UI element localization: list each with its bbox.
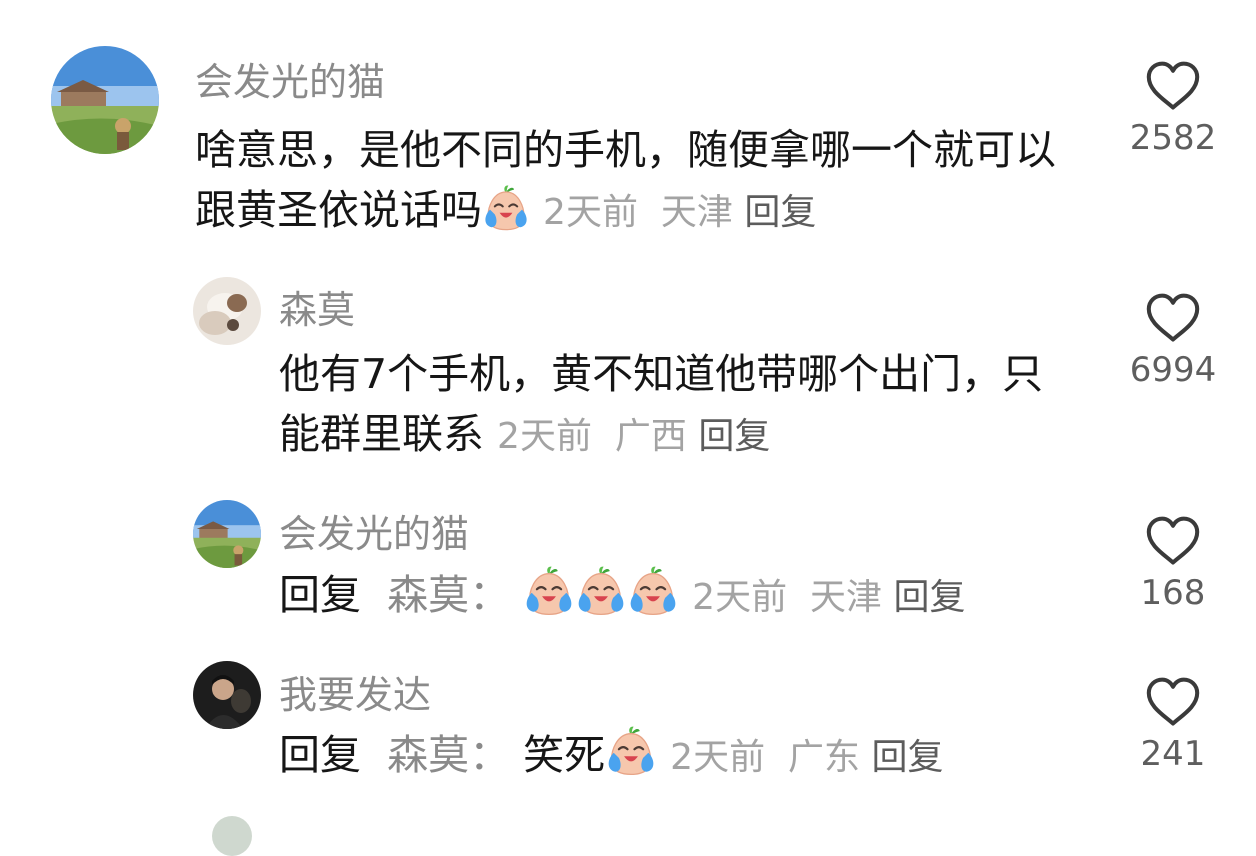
comment-location: 广西 <box>614 416 687 457</box>
cat-avatar-image <box>193 277 261 345</box>
avatar[interactable] <box>193 661 261 729</box>
comment-time: 2天前 <box>543 192 638 233</box>
like-button[interactable]: 168 <box>1118 515 1228 613</box>
avatar[interactable] <box>193 500 261 568</box>
comment-location: 广东 <box>787 737 860 778</box>
crying-laughing-emoji <box>523 565 575 617</box>
comment-body: 他有7个手机，黄不知道他带哪个出门，只能群里联系 2天前 广西 回复 <box>279 344 1079 467</box>
avatar[interactable] <box>193 277 261 345</box>
like-button[interactable]: 6994 <box>1118 292 1228 390</box>
author-name[interactable]: 森莫 <box>279 279 355 334</box>
reply-button[interactable]: 回复 <box>871 737 943 778</box>
comment-time: 2天前 <box>670 737 766 778</box>
heart-outline-icon <box>1144 60 1202 112</box>
landscape-avatar-image <box>51 46 159 154</box>
reply-button[interactable]: 回复 <box>744 192 816 233</box>
landscape-avatar-image <box>193 500 261 568</box>
comment-time: 2天前 <box>497 416 592 457</box>
reply-to-user[interactable]: 森莫： <box>387 571 510 619</box>
comment-time: 2天前 <box>692 577 788 618</box>
like-button[interactable]: 241 <box>1118 676 1228 774</box>
reply-button[interactable]: 回复 <box>698 416 770 457</box>
comment-body: 回复 森莫： 笑死 2天前 广东 回复 <box>279 725 1079 788</box>
like-count: 241 <box>1140 734 1206 774</box>
like-button[interactable]: 2582 <box>1118 60 1228 158</box>
author-name[interactable]: 会发光的猫 <box>195 51 385 106</box>
like-count: 168 <box>1140 573 1206 613</box>
heart-outline-icon <box>1144 515 1202 567</box>
reply-prefix: 回复 <box>279 731 361 779</box>
reply-prefix: 回复 <box>279 571 361 619</box>
comment-text: 笑死 <box>523 731 606 779</box>
comment-location: 天津 <box>660 192 733 233</box>
crying-laughing-emoji <box>482 184 530 232</box>
crying-laughing-emoji <box>627 565 679 617</box>
comment-body: 回复 森莫： 2天前 天津 回复 <box>279 565 1079 628</box>
heart-outline-icon <box>1144 292 1202 344</box>
avatar[interactable] <box>51 46 159 154</box>
next-avatar-partial[interactable] <box>212 816 252 856</box>
like-count: 6994 <box>1129 350 1217 390</box>
reply-button[interactable]: 回复 <box>893 577 965 618</box>
comment-body: 啥意思，是他不同的手机，随便拿哪一个就可以跟黄圣依说话吗 2天前 天津 回复 <box>195 120 1075 243</box>
comment-location: 天津 <box>809 577 882 618</box>
reply-to-user[interactable]: 森莫： <box>387 731 510 779</box>
crying-laughing-emoji <box>575 565 627 617</box>
like-count: 2582 <box>1129 118 1217 158</box>
heart-outline-icon <box>1144 676 1202 728</box>
author-name[interactable]: 会发光的猫 <box>279 503 469 558</box>
crying-laughing-emoji <box>605 725 657 777</box>
person-avatar-image <box>193 661 261 729</box>
author-name[interactable]: 我要发达 <box>279 664 431 719</box>
